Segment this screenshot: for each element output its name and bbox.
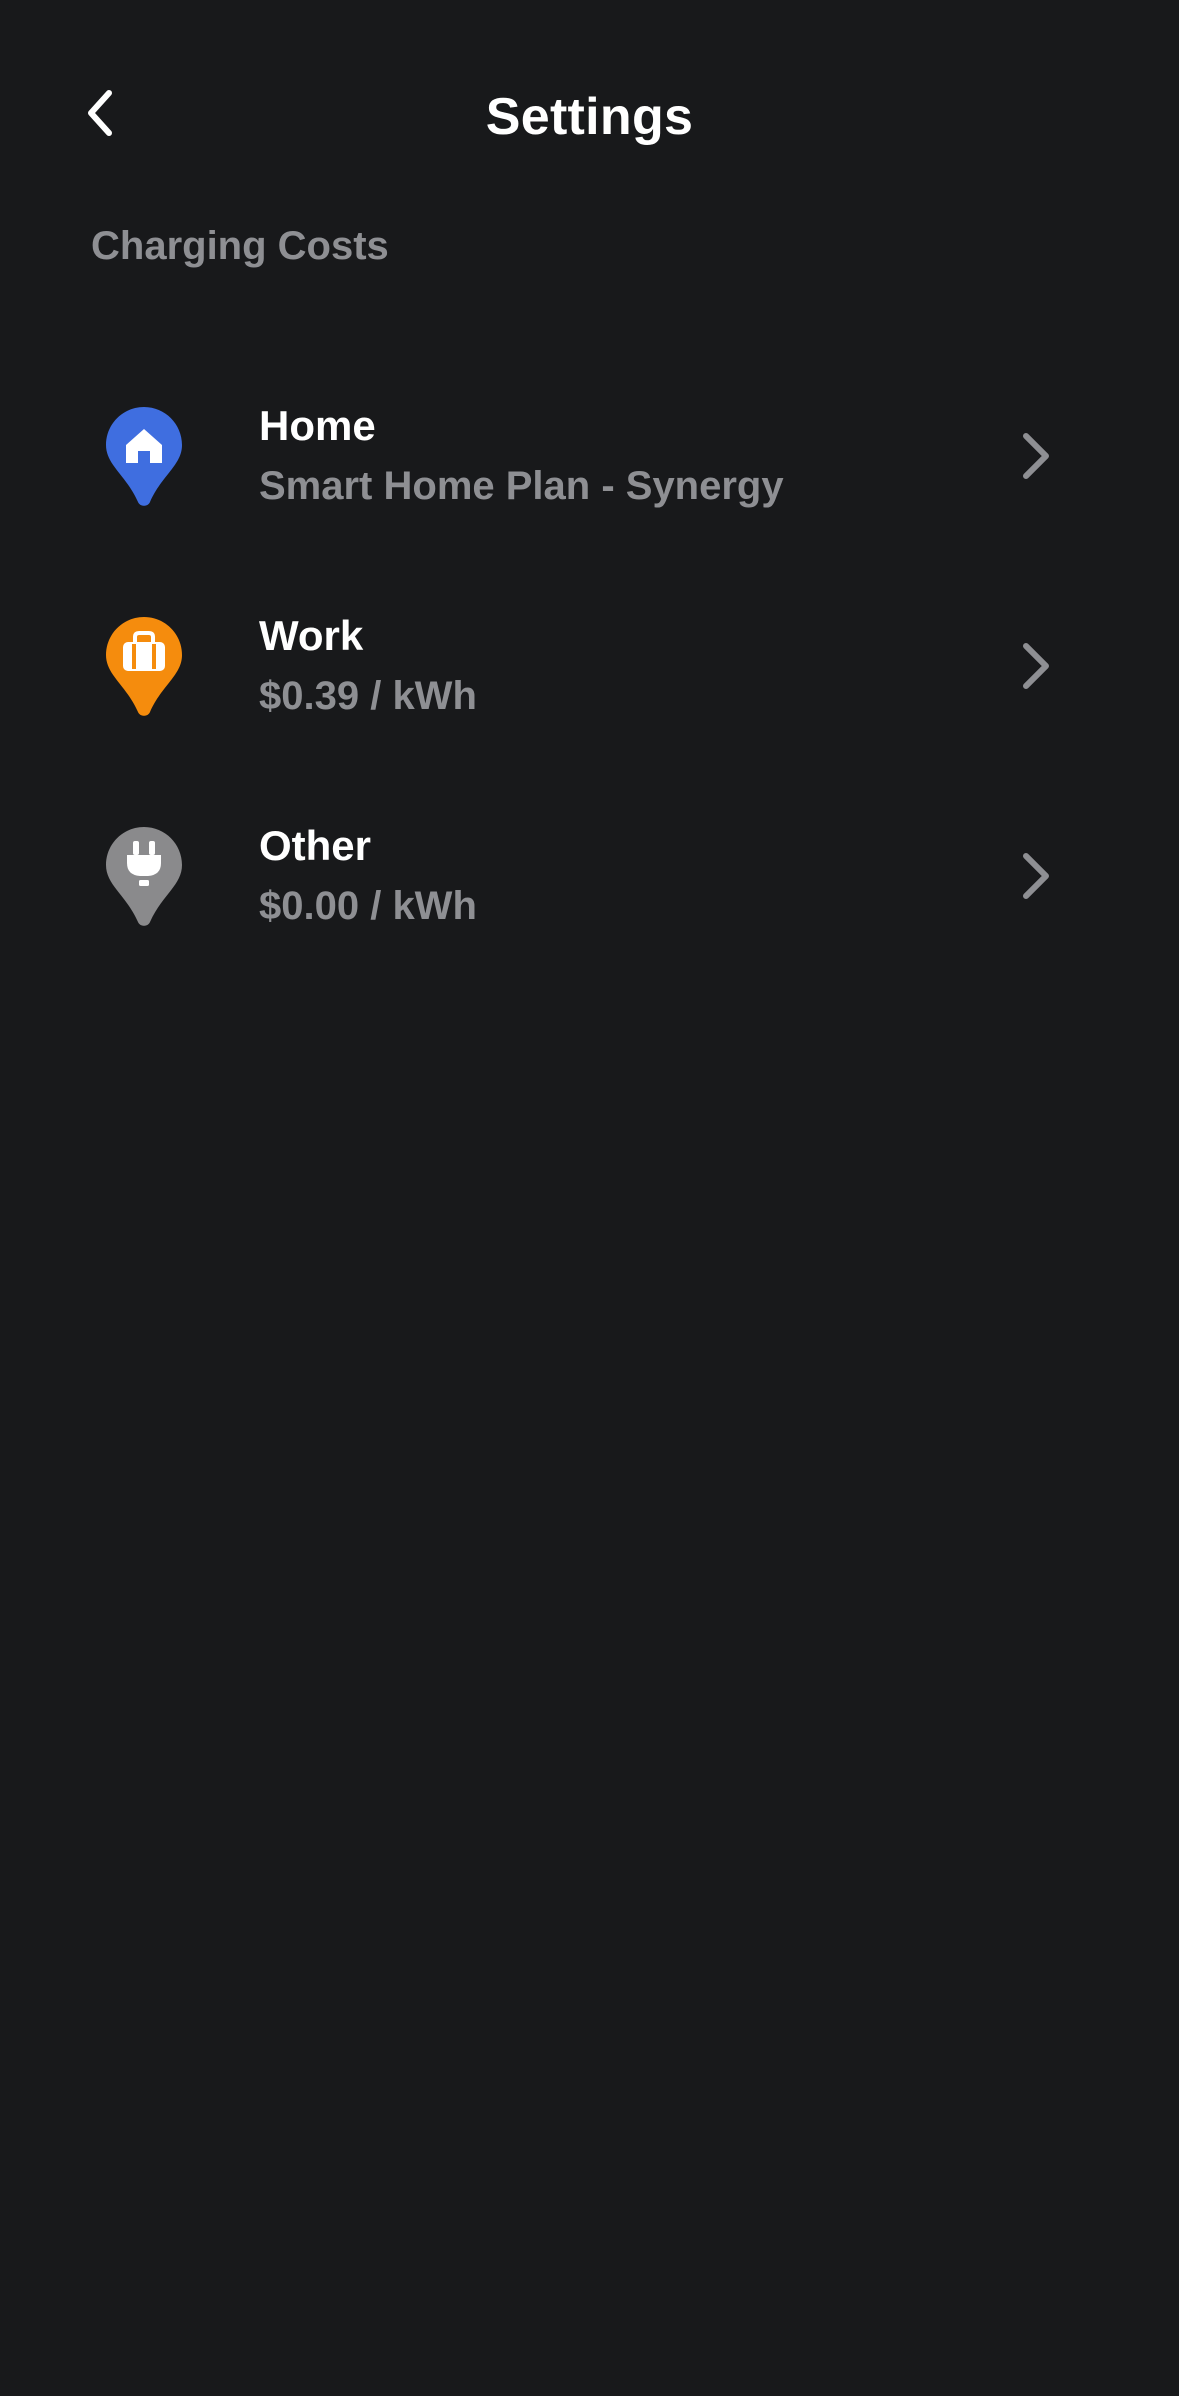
location-rate: $0.00 / kWh <box>259 884 477 928</box>
location-row-other[interactable]: Other $0.00 / kWh <box>0 770 1179 980</box>
page-title: Settings <box>485 88 694 146</box>
location-name: Home <box>259 402 376 449</box>
chevron-right-icon <box>1023 853 1049 899</box>
location-row-home[interactable]: Home Smart Home Plan - Synergy <box>0 350 1179 560</box>
location-name: Other <box>259 822 372 869</box>
section-header-charging-costs: Charging Costs <box>91 224 389 268</box>
header-bar: Settings <box>0 0 1179 200</box>
location-rate: $0.39 / kWh <box>259 674 477 718</box>
home-pin-icon <box>106 407 182 506</box>
chevron-right-icon <box>1023 433 1049 479</box>
charging-location-list: Home Smart Home Plan - Synergy Work $0.3… <box>0 350 1179 980</box>
location-row-work[interactable]: Work $0.39 / kWh <box>0 560 1179 770</box>
location-name: Work <box>259 612 364 659</box>
briefcase-pin-icon <box>106 617 182 716</box>
location-rate: Smart Home Plan - Synergy <box>259 464 784 508</box>
plug-pin-icon <box>106 827 182 926</box>
chevron-right-icon <box>1023 643 1049 689</box>
